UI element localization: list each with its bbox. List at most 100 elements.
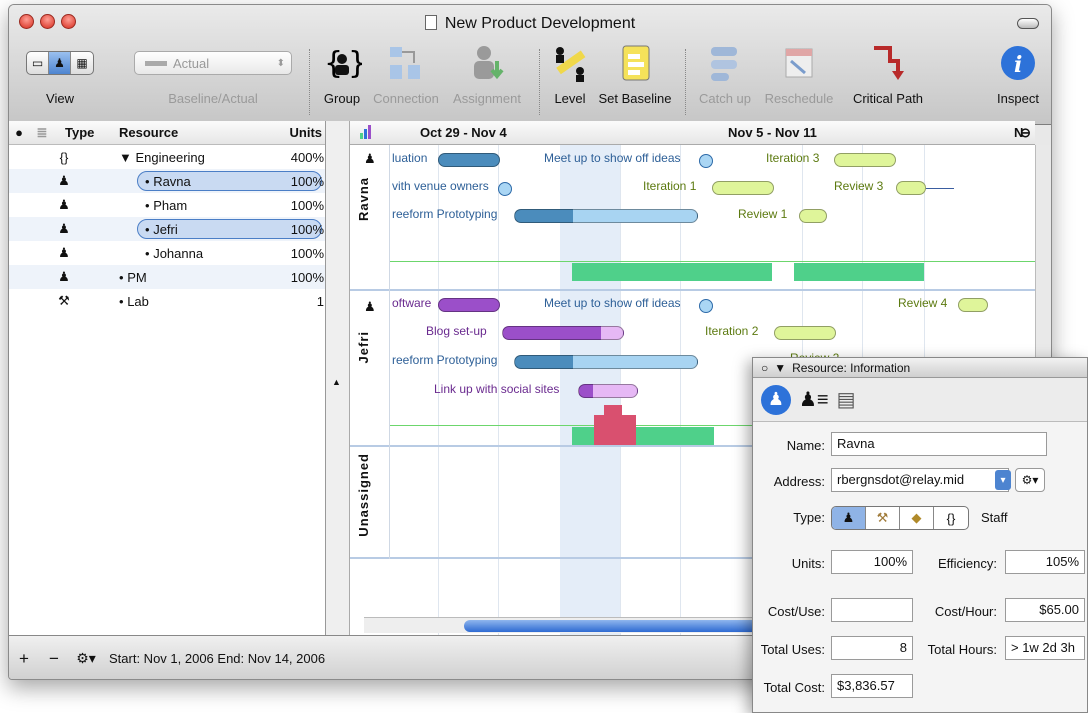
task-bar[interactable] [774, 326, 836, 340]
units-field[interactable]: 100% [831, 550, 913, 574]
assignment-button[interactable]: Assignment [447, 41, 527, 106]
document-icon [424, 15, 437, 30]
inspector-body: Name: Ravna Address: rbergnsdot@relay.mi… [753, 422, 1087, 712]
resource-view-icon[interactable]: ♟ [49, 52, 71, 74]
collapse-arrow-icon[interactable]: ▲ [332, 377, 341, 387]
set-baseline-button[interactable]: Set Baseline [595, 41, 675, 106]
type-header[interactable]: Type [55, 125, 119, 140]
zoom-icon[interactable]: ⊖ [1020, 125, 1031, 141]
scrollbar-thumb[interactable] [464, 620, 794, 632]
overallocation-histogram [604, 405, 622, 417]
gear-icon[interactable]: ⚙▾ [69, 650, 103, 667]
resource-row[interactable]: ♟ • Pham 100% [9, 193, 325, 217]
cost-use-field[interactable] [831, 598, 913, 622]
lane-ravna: ♟ Ravna luation Meet up to show off idea… [350, 145, 1035, 291]
units-header[interactable]: Units [274, 125, 323, 140]
task-bar[interactable] [514, 209, 698, 223]
group-type-icon[interactable]: {} [934, 507, 968, 529]
baseline-actual-control[interactable]: Actual ⬍ Baseline/Actual [133, 41, 293, 106]
cost-hour-field[interactable]: $65.00 [1005, 598, 1085, 622]
task-label[interactable]: luation [392, 151, 427, 165]
notes-tab-icon[interactable]: ▤ [837, 387, 856, 412]
view-control[interactable]: ▭ ♟ ▦ View [21, 41, 99, 106]
disclosure-triangle-icon[interactable]: ▼ [774, 361, 786, 375]
task-bar[interactable] [578, 384, 638, 398]
equipment-type-icon[interactable]: ⚒ [866, 507, 900, 529]
level-button[interactable]: Level [547, 41, 593, 106]
milestone[interactable] [699, 299, 713, 313]
task-label[interactable]: oftware [392, 296, 431, 310]
add-button[interactable]: + [9, 649, 39, 669]
task-label[interactable]: Review 1 [738, 207, 787, 221]
task-bar[interactable] [896, 181, 926, 195]
task-bar[interactable] [712, 181, 774, 195]
task-label[interactable]: Iteration 3 [766, 151, 819, 165]
task-bar[interactable] [502, 326, 624, 340]
chart-options-icon[interactable] [360, 125, 374, 142]
address-dropdown-icon[interactable]: ▾ [995, 470, 1011, 490]
calendar-view-icon[interactable]: ▦ [71, 52, 93, 74]
baseline-label: Baseline/Actual [168, 91, 258, 106]
resource-info-tab-icon[interactable]: ♟ [761, 384, 791, 415]
resource-row[interactable]: {} ▼ Engineering 400% [9, 145, 325, 169]
material-type-icon[interactable]: ◆ [900, 507, 934, 529]
remove-button[interactable]: − [39, 649, 69, 669]
resource-assignments-tab-icon[interactable]: ♟≡ [799, 387, 829, 412]
type-segmented-control[interactable]: ♟ ⚒ ◆ {} [831, 506, 969, 530]
resource-row[interactable]: ♟ • Jefri 100% [9, 217, 325, 241]
toolbar-toggle-button[interactable] [1017, 18, 1039, 29]
name-field[interactable]: Ravna [831, 432, 1047, 456]
connection-button[interactable]: Connection [369, 41, 443, 106]
resource-row[interactable]: ♟ • Johanna 100% [9, 241, 325, 265]
catchup-icon [711, 47, 737, 81]
task-label[interactable]: Meet up to show off ideas [544, 151, 681, 165]
resource-row[interactable]: ♟ • Ravna 100% [9, 169, 325, 193]
resource-units: 100% [290, 245, 324, 261]
resource-header[interactable]: Resource [119, 125, 274, 140]
task-label[interactable]: reeform Prototyping [392, 207, 497, 221]
view-segmented-control[interactable]: ▭ ♟ ▦ [26, 51, 94, 75]
task-view-icon[interactable]: ▭ [27, 52, 49, 74]
task-bar[interactable] [438, 153, 500, 167]
baseline-bar-icon [145, 60, 167, 66]
task-bar[interactable] [514, 355, 698, 369]
resource-name: • Ravna [145, 173, 191, 189]
split-divider[interactable]: ▲ [326, 121, 350, 635]
task-bar[interactable] [834, 153, 896, 167]
task-label[interactable]: reeform Prototyping [392, 353, 497, 367]
task-label[interactable]: Iteration 1 [643, 179, 696, 193]
task-label[interactable]: Iteration 2 [705, 324, 758, 338]
task-bar[interactable] [438, 298, 500, 312]
resource-type-icon: ♟ [58, 245, 70, 260]
task-label[interactable]: Meet up to show off ideas [544, 296, 681, 310]
catchup-button[interactable]: Catch up [695, 41, 755, 106]
efficiency-field[interactable]: 105% [1005, 550, 1085, 574]
task-label[interactable]: Review 4 [898, 296, 947, 310]
address-field[interactable]: rbergnsdot@relay.mid [831, 468, 1009, 492]
milestone[interactable] [498, 182, 512, 196]
gear-icon[interactable]: ⚙▾ [1015, 468, 1045, 492]
stepper-icon: ⬍ [276, 57, 285, 69]
task-label[interactable]: Blog set-up [426, 324, 487, 338]
group-button[interactable]: {} Group [317, 41, 367, 106]
inspect-button[interactable]: i Inspect [985, 41, 1051, 106]
task-label[interactable]: Review 3 [834, 179, 883, 193]
close-circle-icon[interactable]: ○ [761, 361, 768, 375]
task-bar[interactable] [958, 298, 988, 312]
milestone[interactable] [699, 154, 713, 168]
task-label[interactable]: Link up with social sites [434, 382, 559, 396]
resource-outline: ● ≣ Type Resource Units {} ▼ Engineering 4… [9, 121, 326, 635]
task-bar[interactable] [799, 209, 827, 223]
task-label[interactable]: vith venue owners [392, 179, 489, 193]
reschedule-button[interactable]: Reschedule [761, 41, 837, 106]
staff-type-icon[interactable]: ♟ [832, 507, 866, 529]
resource-row[interactable]: ♟ • PM 100% [9, 265, 325, 289]
timeline-header: Oct 29 - Nov 4 Nov 5 - Nov 11 N ⊖ [350, 121, 1035, 145]
baseline-popup[interactable]: Actual ⬍ [134, 51, 292, 75]
critical-path-button[interactable]: Critical Path [843, 41, 933, 106]
resource-type-icon: ⚒ [58, 293, 70, 308]
note-icon[interactable]: ≣ [29, 125, 55, 141]
resource-units: 100% [290, 197, 324, 213]
comment-icon[interactable]: ● [9, 125, 29, 140]
resource-row[interactable]: ⚒ • Lab 1 [9, 289, 325, 313]
